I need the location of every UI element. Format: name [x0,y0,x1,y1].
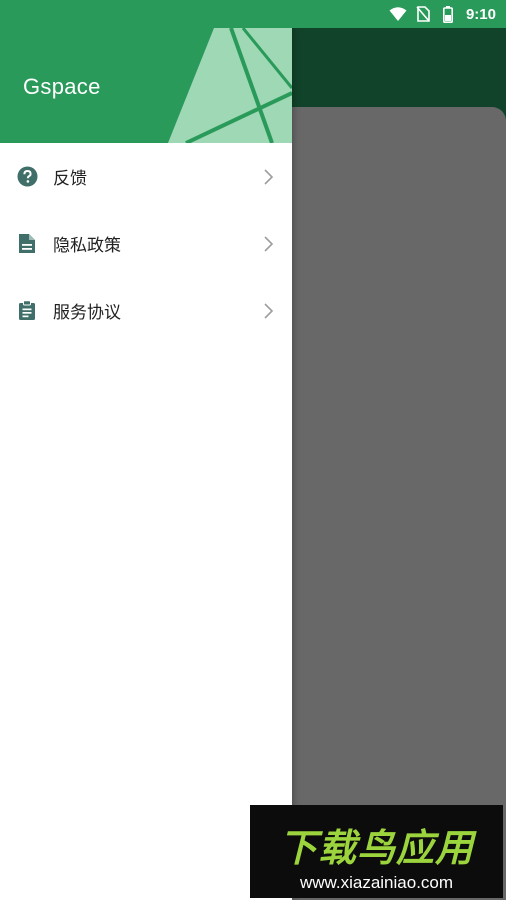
content-scrim[interactable] [292,28,506,900]
drawer-menu: 反馈 隐私政策 服务协议 [0,143,292,344]
battery-icon [439,5,457,23]
watermark-url: www.xiazainiao.com [299,873,454,892]
chevron-right-icon [262,168,274,186]
content-card [292,107,506,900]
menu-item-feedback[interactable]: 反馈 [0,143,292,210]
menu-label-service-agreement: 服务协议 [53,303,121,323]
chevron-right-icon [262,235,274,253]
app-name: Gspace [23,74,101,99]
clipboard-icon [16,300,38,322]
help-circle-icon [16,166,38,188]
drawer-header: Gspace [0,28,292,143]
menu-label-feedback: 反馈 [53,169,87,189]
wifi-icon [389,5,407,23]
no-sim-icon [414,5,432,23]
menu-item-privacy-policy[interactable]: 隐私政策 [0,210,292,277]
watermark-title: 下载鸟应用 [278,826,474,870]
chevron-right-icon [262,302,274,320]
navigation-drawer: Gspace 反馈 隐私政策 服务协议 [0,28,292,900]
site-watermark: 下载鸟应用 www.xiazainiao.com [250,805,503,898]
status-bar: 9:10 [0,0,506,28]
status-time: 9:10 [465,5,496,23]
document-icon [16,233,38,255]
menu-item-service-agreement[interactable]: 服务协议 [0,277,292,344]
app-toolbar [292,28,506,107]
menu-label-privacy-policy: 隐私政策 [53,236,121,256]
